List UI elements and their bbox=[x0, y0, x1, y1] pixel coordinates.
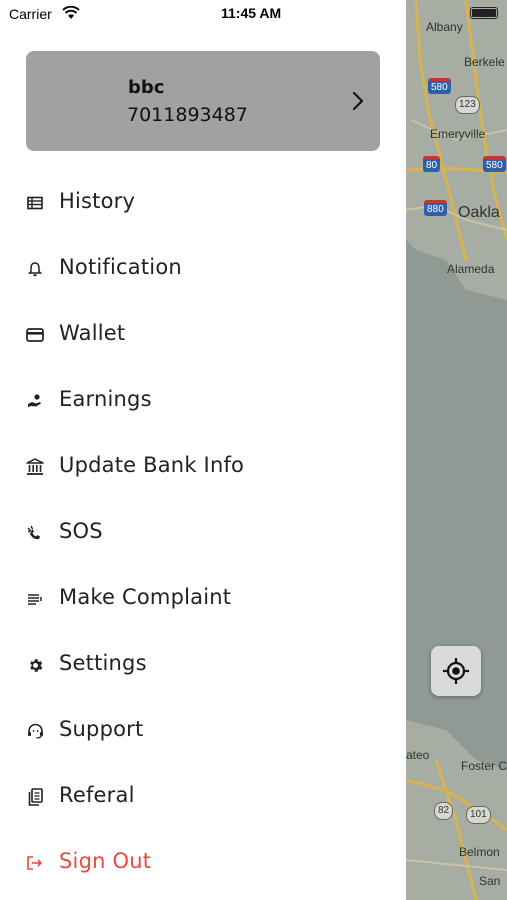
profile-phone: 7011893487 bbox=[127, 104, 248, 126]
menu-item-support[interactable]: Support bbox=[0, 698, 406, 764]
highway-shield-580: 580 bbox=[428, 78, 451, 94]
highway-shield-82: 82 bbox=[434, 802, 454, 820]
menu-item-make-complaint[interactable]: Make Complaint bbox=[0, 566, 406, 632]
credit-card-icon bbox=[26, 326, 44, 344]
menu-label-make-complaint: Make Complaint bbox=[59, 585, 232, 609]
battery-icon bbox=[470, 7, 498, 19]
menu-label-referal: Referal bbox=[59, 783, 135, 807]
menu-item-settings[interactable]: Settings bbox=[0, 632, 406, 698]
history-list-icon bbox=[26, 194, 44, 212]
highway-shield-80: 80 bbox=[423, 156, 441, 172]
menu-label-sos: SOS bbox=[59, 519, 103, 543]
side-drawer: bbc 7011893487 History Notification Wall… bbox=[0, 0, 406, 900]
menu-item-wallet[interactable]: Wallet bbox=[0, 302, 406, 368]
profile-card[interactable]: bbc 7011893487 bbox=[26, 51, 380, 151]
wifi-icon bbox=[62, 6, 80, 19]
highway-shield-880: 880 bbox=[424, 200, 447, 216]
sos-call-icon bbox=[26, 524, 44, 542]
menu-label-wallet: Wallet bbox=[59, 321, 126, 345]
profile-name: bbc bbox=[128, 77, 165, 98]
carrier-label: Carrier bbox=[9, 6, 52, 22]
crosshair-icon bbox=[443, 658, 469, 684]
map-label-oakland: Oakla bbox=[458, 204, 500, 221]
menu-item-notification[interactable]: Notification bbox=[0, 236, 406, 302]
menu-label-history: History bbox=[59, 189, 136, 213]
sign-out-icon bbox=[26, 854, 44, 872]
map-label-san-carlos: San bbox=[479, 874, 501, 888]
menu-item-update-bank-info[interactable]: Update Bank Info bbox=[0, 434, 406, 500]
referral-copy-icon bbox=[26, 788, 44, 806]
menu-item-sign-out[interactable]: Sign Out bbox=[0, 830, 406, 896]
highway-shield-580-east: 580 bbox=[483, 156, 506, 172]
menu-label-settings: Settings bbox=[59, 651, 147, 675]
bell-icon bbox=[26, 260, 44, 278]
map-view[interactable]: Albany Berkele Emeryville Oakla Alameda … bbox=[406, 0, 507, 900]
map-label-alameda: Alameda bbox=[447, 262, 495, 276]
drawer-menu: History Notification Wallet Earnings Upd… bbox=[0, 170, 406, 896]
menu-item-earnings[interactable]: Earnings bbox=[0, 368, 406, 434]
complaint-lines-icon bbox=[26, 590, 44, 608]
map-label-belmont: Belmon bbox=[459, 845, 500, 859]
bank-icon bbox=[26, 458, 44, 476]
menu-label-notification: Notification bbox=[59, 255, 182, 279]
earnings-hand-icon bbox=[26, 392, 44, 410]
menu-label-update-bank-info: Update Bank Info bbox=[59, 453, 245, 477]
menu-label-earnings: Earnings bbox=[59, 387, 152, 411]
gear-icon bbox=[26, 656, 44, 674]
map-label-emeryville: Emeryville bbox=[430, 127, 486, 141]
menu-item-sos[interactable]: SOS bbox=[0, 500, 406, 566]
chevron-right-icon bbox=[352, 91, 364, 111]
highway-shield-123: 123 bbox=[455, 96, 480, 114]
current-location-button[interactable] bbox=[431, 646, 481, 696]
status-time: 11:45 AM bbox=[221, 5, 282, 21]
menu-label-support: Support bbox=[59, 717, 144, 741]
map-label-san-mateo: ateo bbox=[406, 748, 430, 762]
menu-item-history[interactable]: History bbox=[0, 170, 406, 236]
status-bar: Carrier 11:45 AM bbox=[0, 0, 507, 28]
map-label-foster-city: Foster C bbox=[461, 759, 507, 773]
menu-item-referal[interactable]: Referal bbox=[0, 764, 406, 830]
headset-icon bbox=[26, 722, 44, 740]
highway-shield-101: 101 bbox=[466, 806, 491, 824]
map-label-berkeley: Berkele bbox=[464, 55, 505, 69]
menu-label-sign-out: Sign Out bbox=[59, 849, 152, 873]
